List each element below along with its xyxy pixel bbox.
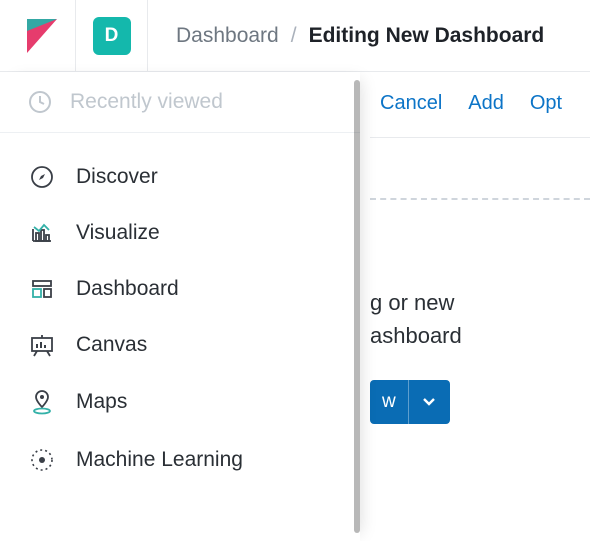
sidebar-scrollbar[interactable] bbox=[354, 80, 360, 533]
sidebar-item-label: Machine Learning bbox=[76, 448, 243, 472]
breadcrumb: Dashboard / Editing New Dashboard bbox=[148, 24, 544, 48]
clock-icon bbox=[28, 90, 52, 114]
sidebar-item-label: Dashboard bbox=[76, 277, 179, 301]
sidebar-item-visualize[interactable]: Visualize bbox=[0, 205, 360, 261]
recently-viewed-section[interactable]: Recently viewed bbox=[0, 72, 360, 133]
sidebar-item-discover[interactable]: Discover bbox=[0, 149, 360, 205]
canvas-icon bbox=[28, 333, 56, 357]
sidebar-item-dashboard[interactable]: Dashboard bbox=[0, 261, 360, 317]
add-link[interactable]: Add bbox=[468, 92, 504, 115]
space-avatar: D bbox=[93, 17, 131, 55]
nav-sidebar: Recently viewed Discover bbox=[0, 72, 360, 541]
breadcrumb-current: Editing New Dashboard bbox=[309, 24, 545, 48]
app-body: Recently viewed Discover bbox=[0, 72, 590, 541]
ml-icon bbox=[28, 447, 56, 473]
toolbar-actions: Cancel Add Opt bbox=[370, 92, 590, 138]
sidebar-item-maps[interactable]: Maps bbox=[0, 373, 360, 431]
compass-icon bbox=[28, 165, 56, 189]
chevron-down-icon[interactable] bbox=[408, 380, 450, 424]
kibana-logo-icon bbox=[27, 19, 57, 53]
app-header: D Dashboard / Editing New Dashboard bbox=[0, 0, 590, 72]
placeholder-text: g or new ashboard bbox=[370, 286, 590, 352]
placeholder-line2: ashboard bbox=[370, 323, 462, 348]
space-selector[interactable]: D bbox=[76, 0, 148, 72]
recently-viewed-label: Recently viewed bbox=[70, 90, 223, 114]
sidebar-item-machine-learning[interactable]: Machine Learning bbox=[0, 431, 360, 489]
sidebar-item-label: Visualize bbox=[76, 221, 160, 245]
space-letter: D bbox=[105, 25, 119, 47]
chart-icon bbox=[28, 221, 56, 245]
cancel-link[interactable]: Cancel bbox=[380, 92, 442, 115]
breadcrumb-separator: / bbox=[291, 24, 297, 48]
app-logo[interactable] bbox=[8, 0, 76, 72]
create-new-label: w bbox=[370, 391, 408, 413]
sidebar-item-canvas[interactable]: Canvas bbox=[0, 317, 360, 373]
sidebar-item-label: Maps bbox=[76, 390, 127, 414]
nav-list: Discover Visualize bbox=[0, 133, 360, 505]
dashboard-icon bbox=[28, 277, 56, 301]
create-new-button[interactable]: w bbox=[370, 380, 450, 424]
sidebar-item-label: Discover bbox=[76, 165, 158, 189]
empty-dashboard-placeholder: g or new ashboard w bbox=[370, 198, 590, 424]
placeholder-line1: g or new bbox=[370, 290, 454, 315]
sidebar-item-label: Canvas bbox=[76, 333, 147, 357]
breadcrumb-parent[interactable]: Dashboard bbox=[176, 24, 279, 48]
options-link[interactable]: Opt bbox=[530, 92, 562, 115]
main-content: Cancel Add Opt g or new ashboard w bbox=[370, 72, 590, 541]
map-pin-icon bbox=[28, 389, 56, 415]
